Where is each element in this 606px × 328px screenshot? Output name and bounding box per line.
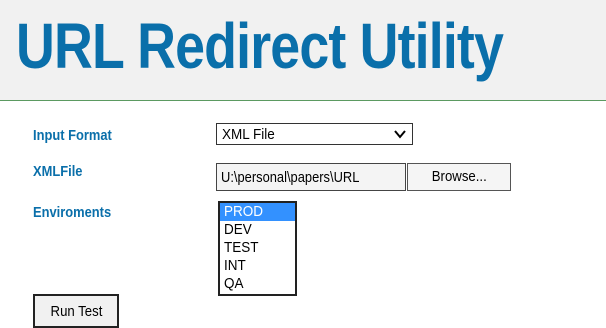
- xml-file-label: XMLFile: [33, 163, 83, 180]
- environment-option-int[interactable]: INT: [220, 257, 295, 275]
- page-title: URL Redirect Utility: [16, 10, 504, 82]
- environment-option-qa[interactable]: QA: [220, 275, 295, 293]
- run-test-label: Run Test: [50, 303, 102, 320]
- chevron-down-icon: [394, 130, 406, 139]
- environments-label: Enviroments: [33, 204, 112, 221]
- environment-option-prod[interactable]: PROD: [220, 203, 295, 221]
- header-bar: URL Redirect Utility: [0, 0, 606, 101]
- xml-file-path-field[interactable]: U:\personal\papers\URL: [216, 163, 406, 191]
- browse-button-label: Browse...: [431, 168, 487, 185]
- input-format-value: XML File: [222, 126, 275, 143]
- environments-listbox[interactable]: PROD DEV TEST INT QA: [218, 201, 297, 296]
- environment-option-dev[interactable]: DEV: [220, 221, 295, 239]
- input-format-label: Input Format: [33, 127, 112, 144]
- browse-button[interactable]: Browse...: [407, 163, 511, 191]
- input-format-select[interactable]: XML File: [216, 123, 413, 145]
- run-test-button[interactable]: Run Test: [33, 294, 119, 328]
- xml-file-path-value: U:\personal\papers\URL: [221, 169, 360, 186]
- environment-option-test[interactable]: TEST: [220, 239, 295, 257]
